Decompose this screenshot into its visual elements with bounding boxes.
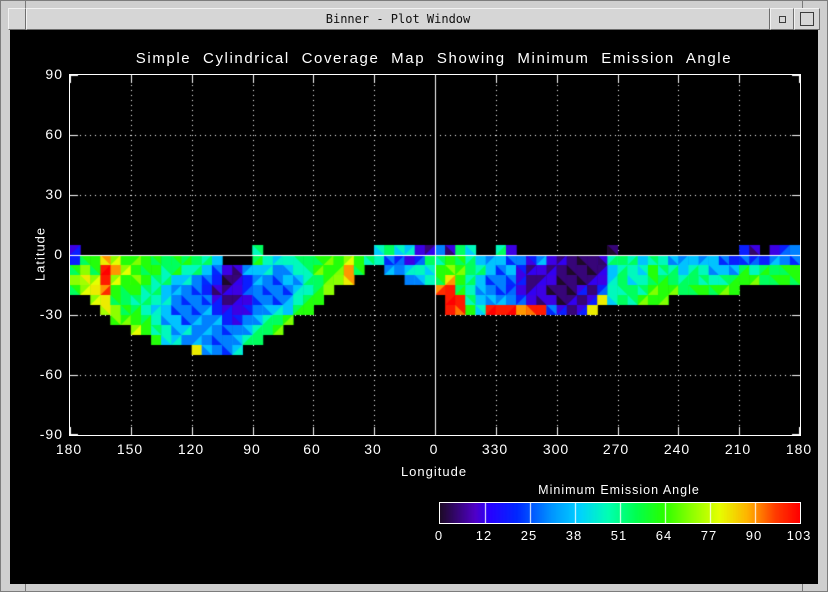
colorbar-gradient-canvas — [440, 503, 800, 523]
x-tick-label: 270 — [603, 442, 629, 456]
x-tick-label: 330 — [482, 442, 508, 456]
y-tick-label: -30 — [10, 307, 63, 321]
maximize-icon — [800, 12, 814, 26]
x-axis-title: Longitude — [401, 464, 467, 479]
resize-corner-bottom-right[interactable] — [802, 584, 803, 591]
resize-corner-top-left[interactable] — [25, 1, 26, 8]
colorbar-tick-label: 64 — [656, 529, 672, 543]
window-minimize-button[interactable] — [770, 8, 794, 30]
x-tick-label: 90 — [243, 442, 261, 456]
y-axis-title: Latitude — [33, 227, 48, 281]
window-title: Binner - Plot Window — [26, 8, 770, 30]
colorbar-tick-label: 90 — [746, 529, 762, 543]
colorbar-tick-label: 12 — [476, 529, 492, 543]
y-tick-label: 30 — [10, 187, 63, 201]
plot-title: Simple Cylindrical Coverage Map Showing … — [69, 50, 799, 67]
window-maximize-button[interactable] — [794, 8, 820, 30]
y-tick-label: -90 — [10, 427, 63, 441]
y-tick-label: 60 — [10, 127, 63, 141]
colorbar-tick-label: 25 — [521, 529, 537, 543]
colorbar-tick-label: 38 — [566, 529, 582, 543]
x-tick-label: 120 — [178, 442, 204, 456]
x-tick-label: 300 — [543, 442, 569, 456]
x-tick-label: 180 — [786, 442, 812, 456]
x-tick-label: 210 — [725, 442, 751, 456]
resize-corner-top-right[interactable] — [802, 1, 803, 8]
colorbar-tick-label: 103 — [787, 529, 812, 543]
y-tick-label: -60 — [10, 367, 63, 381]
minimize-icon — [779, 16, 786, 23]
coverage-map-canvas — [70, 75, 800, 435]
x-tick-label: 60 — [303, 442, 321, 456]
colorbar-tick-label: 0 — [435, 529, 443, 543]
x-tick-label: 0 — [430, 442, 439, 456]
resize-corner-bottom-left[interactable] — [25, 584, 26, 591]
y-tick-label: 90 — [10, 67, 63, 81]
plot-window: Binner - Plot Window Simple Cylindrical … — [0, 0, 828, 592]
x-tick-label: 240 — [664, 442, 690, 456]
x-tick-label: 150 — [117, 442, 143, 456]
x-tick-label: 30 — [364, 442, 382, 456]
title-bar[interactable]: Binner - Plot Window — [8, 8, 820, 30]
x-tick-label: 180 — [56, 442, 82, 456]
colorbar-tick-label: 51 — [611, 529, 627, 543]
colorbar-title: Minimum Emission Angle — [538, 483, 700, 497]
plot-screen: Simple Cylindrical Coverage Map Showing … — [10, 30, 818, 584]
plot-frame — [69, 74, 801, 436]
colorbar — [439, 502, 801, 524]
window-menu-button[interactable] — [8, 8, 26, 30]
colorbar-tick-label: 77 — [701, 529, 717, 543]
